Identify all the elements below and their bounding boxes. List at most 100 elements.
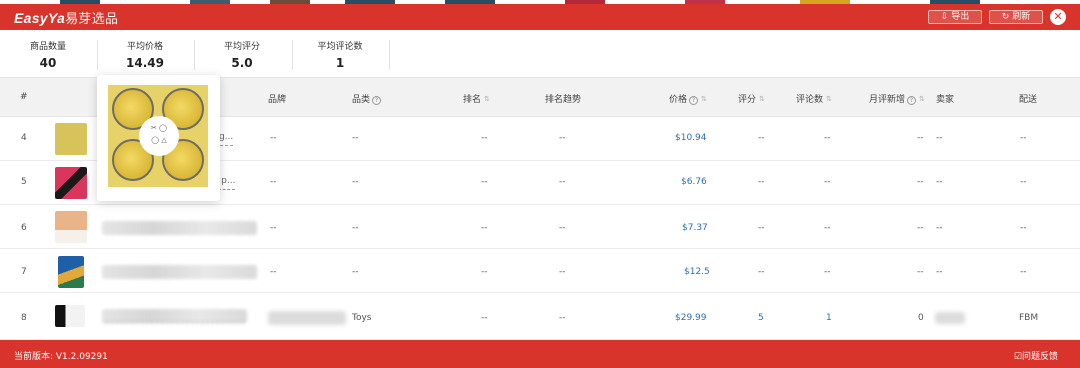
close-icon[interactable]: ✕ xyxy=(1050,9,1066,25)
reviews-cell: -- xyxy=(824,223,831,233)
column-seller: 卖家 xyxy=(936,95,955,105)
brand-cell: -- xyxy=(270,133,277,143)
category-cell: -- xyxy=(352,223,359,233)
export-button[interactable]: ⇩ 导出 xyxy=(928,10,982,24)
app-footer: 当前版本: V1.2.09291 ☑问题反馈 xyxy=(0,340,1080,368)
rank-cell: -- xyxy=(481,133,488,143)
seller-cell-blurred xyxy=(935,312,965,324)
rank-cell: -- xyxy=(481,223,488,233)
product-title-blurred[interactable] xyxy=(102,265,257,279)
product-title-blurred[interactable] xyxy=(102,221,257,235)
row-index: 5 xyxy=(21,177,27,187)
column-category[interactable]: 品类? xyxy=(352,92,382,105)
sort-icon[interactable]: ⇅ xyxy=(919,95,925,103)
sort-icon[interactable]: ⇅ xyxy=(759,95,765,103)
row-index: 4 xyxy=(21,133,27,143)
column-price-label: 价格 xyxy=(669,95,688,105)
column-price[interactable]: 价格? ⇅ xyxy=(669,92,707,105)
price-cell: $10.94 xyxy=(675,133,707,143)
rank-trend-cell: -- xyxy=(559,133,566,143)
rank-cell: -- xyxy=(481,177,488,187)
refresh-button[interactable]: ↻ 刷新 xyxy=(989,10,1043,24)
brand-cell: -- xyxy=(270,177,277,187)
version-text: 当前版本: V1.2.09291 xyxy=(14,352,108,362)
sort-icon[interactable]: ⇅ xyxy=(826,95,832,103)
help-icon[interactable]: ? xyxy=(907,96,917,105)
rating-cell: -- xyxy=(758,267,765,277)
column-rating[interactable]: 评分 ⇅ xyxy=(738,92,765,105)
stat-average-reviews: 平均评论数 1 xyxy=(292,39,388,70)
help-icon[interactable]: ? xyxy=(372,96,382,105)
column-reviews-label: 评论数 xyxy=(796,95,824,105)
image-preview-popover: ✂ ◯ ◯ △ xyxy=(97,75,220,201)
category-cell: Toys xyxy=(352,313,372,323)
column-delivery: 配送 xyxy=(1019,95,1038,105)
monthly-new-cell: 0 xyxy=(918,313,924,323)
column-rank-trend: 排名趋势 xyxy=(545,95,582,105)
rank-cell: -- xyxy=(481,267,488,277)
column-monthly-new-reviews[interactable]: 月评新增? ⇅ xyxy=(869,92,925,105)
price-cell: $29.99 xyxy=(675,313,707,323)
brand-cell: -- xyxy=(270,223,277,233)
stat-average-rating: 平均评分 5.0 xyxy=(194,39,290,70)
monthly-new-cell: -- xyxy=(917,177,924,187)
reviews-cell[interactable]: 1 xyxy=(826,313,832,323)
delivery-cell: -- xyxy=(1020,223,1027,233)
rating-cell: -- xyxy=(758,223,765,233)
product-title-blurred[interactable] xyxy=(102,309,247,323)
sort-icon[interactable]: ⇅ xyxy=(701,95,707,103)
stat-label: 平均评分 xyxy=(223,42,260,52)
delivery-cell: FBM xyxy=(1019,313,1039,323)
feedback-link[interactable]: ☑问题反馈 xyxy=(1014,349,1058,362)
price-cell: $12.5 xyxy=(684,267,710,277)
row-index: 8 xyxy=(21,313,27,323)
reviews-cell: -- xyxy=(824,267,831,277)
category-cell: -- xyxy=(352,177,359,187)
product-thumbnail[interactable] xyxy=(55,167,87,199)
stat-value: 5.0 xyxy=(231,56,253,70)
seller-cell: -- xyxy=(936,133,943,143)
product-thumbnail[interactable] xyxy=(55,211,87,243)
seller-cell: -- xyxy=(936,267,943,277)
stat-value: 40 xyxy=(39,56,57,70)
stat-average-price: 平均价格 14.49 xyxy=(97,39,193,70)
stat-label: 平均价格 xyxy=(126,42,163,52)
rating-cell: -- xyxy=(758,177,765,187)
column-monthly-label: 月评新增 xyxy=(869,95,906,105)
stat-value: 14.49 xyxy=(126,56,164,70)
column-category-label: 品类 xyxy=(352,95,371,105)
product-thumbnail[interactable] xyxy=(55,305,85,327)
stat-label: 商品数量 xyxy=(29,42,66,52)
logo-chinese-text: 易芽选品 xyxy=(65,11,119,26)
column-rank[interactable]: 排名 ⇅ xyxy=(463,92,490,105)
monthly-new-cell: -- xyxy=(917,133,924,143)
summary-stats: 商品数量 40 平均价格 14.49 平均评分 5.0 平均评论数 1 xyxy=(0,30,1080,77)
rating-cell[interactable]: 5 xyxy=(758,313,764,323)
column-index: # xyxy=(20,92,28,102)
help-icon[interactable]: ? xyxy=(689,96,699,105)
stat-label: 平均评论数 xyxy=(317,42,363,52)
sort-icon[interactable]: ⇅ xyxy=(484,95,490,103)
table-row[interactable]: 8 Toys -- -- $29.99 5 1 0 FBM xyxy=(0,293,1080,340)
reviews-cell: -- xyxy=(824,133,831,143)
monthly-new-cell: -- xyxy=(917,223,924,233)
rank-trend-cell: -- xyxy=(559,267,566,277)
stat-divider xyxy=(389,40,390,70)
product-thumbnail[interactable] xyxy=(58,256,84,288)
table-row[interactable]: 6 -- -- -- -- $7.37 -- -- -- -- -- xyxy=(0,205,1080,249)
column-reviews[interactable]: 评论数 ⇅ xyxy=(796,92,832,105)
shapes-icon: ✂ ◯ ◯ △ xyxy=(139,116,179,156)
table-row[interactable]: 7 -- -- -- -- $12.5 -- -- -- -- -- xyxy=(0,249,1080,293)
delivery-cell: -- xyxy=(1020,177,1027,187)
column-rank-label: 排名 xyxy=(463,95,482,105)
product-thumbnail[interactable] xyxy=(55,123,87,155)
column-rating-label: 评分 xyxy=(738,95,757,105)
rank-trend-cell: -- xyxy=(559,313,566,323)
delivery-cell: -- xyxy=(1020,133,1027,143)
app-logo: EasyYa易芽选品 xyxy=(14,8,118,27)
product-preview-image: ✂ ◯ ◯ △ xyxy=(108,85,208,187)
category-cell: -- xyxy=(352,133,359,143)
category-cell: -- xyxy=(352,267,359,277)
brand-cell-blurred xyxy=(268,311,346,325)
rank-trend-cell: -- xyxy=(559,177,566,187)
